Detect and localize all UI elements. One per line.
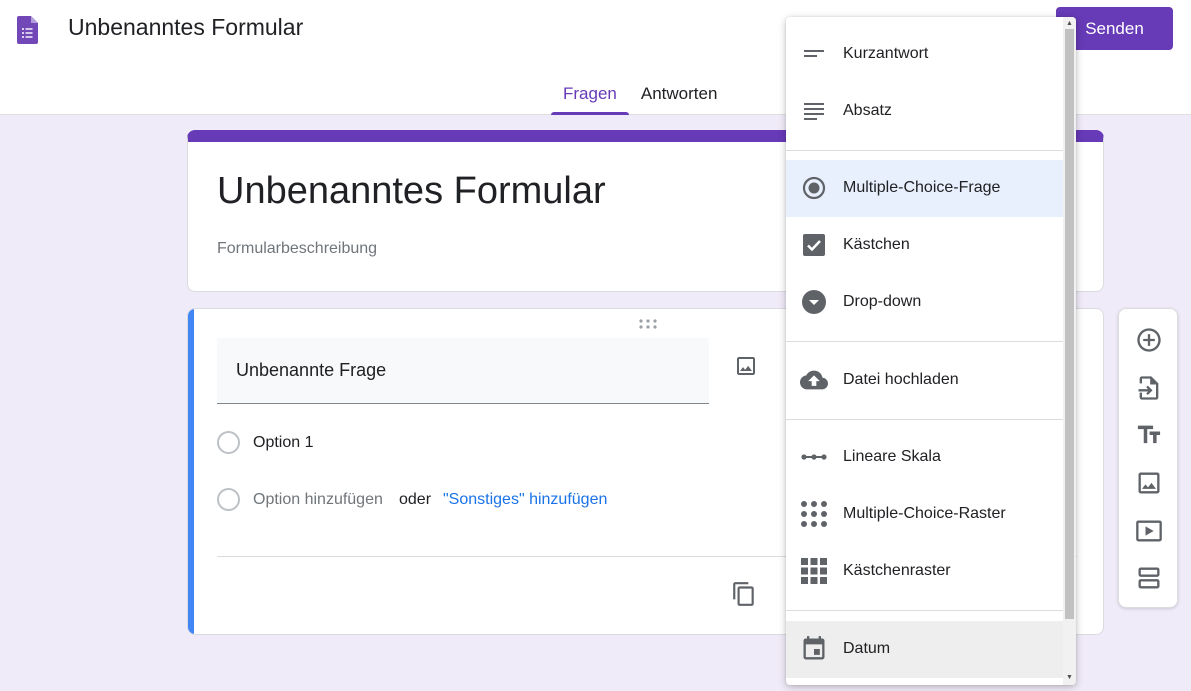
form-title[interactable]: Unbenanntes Formular <box>217 170 606 213</box>
menu-item-checkbox-grid[interactable]: Kästchenraster <box>786 543 1063 600</box>
menu-item-label: Lineare Skala <box>843 448 941 465</box>
menu-divider <box>786 419 1063 420</box>
side-toolbar <box>1118 308 1178 608</box>
add-title-icon[interactable] <box>1135 421 1163 449</box>
tab-responses[interactable]: Antworten <box>629 80 730 115</box>
menu-divider <box>786 150 1063 151</box>
or-label: oder <box>399 491 432 508</box>
radio-icon <box>802 176 826 200</box>
menu-item-label: Absatz <box>843 102 892 119</box>
duplicate-icon[interactable] <box>731 580 757 608</box>
drag-handle-icon[interactable] <box>638 319 658 329</box>
menu-item-label: Multiple-Choice-Raster <box>843 505 1006 522</box>
paragraph-icon <box>804 103 824 120</box>
tab-questions[interactable]: Fragen <box>551 80 629 115</box>
add-question-icon[interactable] <box>1135 326 1163 354</box>
add-section-icon[interactable] <box>1135 564 1163 592</box>
option-1-label[interactable]: Option 1 <box>253 434 313 452</box>
add-image-icon[interactable] <box>1135 469 1163 497</box>
add-video-icon[interactable] <box>1135 517 1163 545</box>
menu-item-multiple-choice-grid[interactable]: Multiple-Choice-Raster <box>786 486 1063 543</box>
grid-squares-icon <box>801 558 827 584</box>
active-card-indicator <box>188 309 194 634</box>
scroll-down-arrow-icon[interactable]: ▼ <box>1065 673 1074 682</box>
menu-divider <box>786 341 1063 342</box>
calendar-icon <box>803 636 825 660</box>
menu-divider <box>786 610 1063 611</box>
menu-item-date[interactable]: Datum <box>786 621 1063 678</box>
menu-item-label: Datei hochladen <box>843 371 959 388</box>
import-questions-icon[interactable] <box>1135 374 1163 402</box>
tab-bar: Fragen Antworten <box>551 80 729 115</box>
menu-item-multiple-choice[interactable]: Multiple-Choice-Frage <box>786 160 1063 217</box>
menu-scrollbar[interactable]: ▲ ▼ <box>1063 17 1076 685</box>
menu-item-file-upload[interactable]: Datei hochladen <box>786 352 1063 409</box>
menu-item-label: Drop-down <box>843 293 922 310</box>
menu-item-checkboxes[interactable]: Kästchen <box>786 217 1063 274</box>
add-option-field[interactable]: Option hinzufügen <box>253 491 383 509</box>
document-title[interactable]: Unbenanntes Formular <box>68 14 303 41</box>
option-radio-icon <box>217 431 240 454</box>
dropdown-icon <box>802 290 826 314</box>
add-image-icon[interactable] <box>734 354 758 378</box>
menu-item-label: Kästchen <box>843 236 910 253</box>
grid-dots-icon <box>801 501 827 527</box>
menu-item-label: Datum <box>843 640 891 657</box>
linear-scale-icon <box>801 454 827 460</box>
short-answer-icon <box>804 50 824 57</box>
menu-item-paragraph[interactable]: Absatz <box>786 83 1063 140</box>
menu-item-linear-scale[interactable]: Lineare Skala <box>786 429 1063 486</box>
google-forms-icon[interactable] <box>17 16 38 44</box>
question-type-menu: Kurzantwort Absatz Multiple-Choice-Frage… <box>786 17 1076 685</box>
menu-item-label: Kurzantwort <box>843 45 929 62</box>
scroll-up-arrow-icon[interactable]: ▲ <box>1065 19 1074 28</box>
menu-item-label: Multiple-Choice-Frage <box>843 179 1001 196</box>
menu-item-label: Kästchenraster <box>843 562 951 579</box>
menu-item-dropdown[interactable]: Drop-down <box>786 274 1063 331</box>
question-title-text: Unbenannte Frage <box>236 360 387 380</box>
cloud-upload-icon <box>800 370 828 390</box>
question-title-input[interactable]: Unbenannte Frage <box>217 338 709 404</box>
add-other-link[interactable]: "Sonstiges" hinzufügen <box>443 491 607 509</box>
menu-item-short-answer[interactable]: Kurzantwort <box>786 26 1063 83</box>
checkbox-icon <box>803 234 825 256</box>
form-description-field[interactable]: Formularbeschreibung <box>217 240 377 258</box>
add-option-radio-icon <box>217 488 240 511</box>
scrollbar-thumb[interactable] <box>1065 29 1074 619</box>
